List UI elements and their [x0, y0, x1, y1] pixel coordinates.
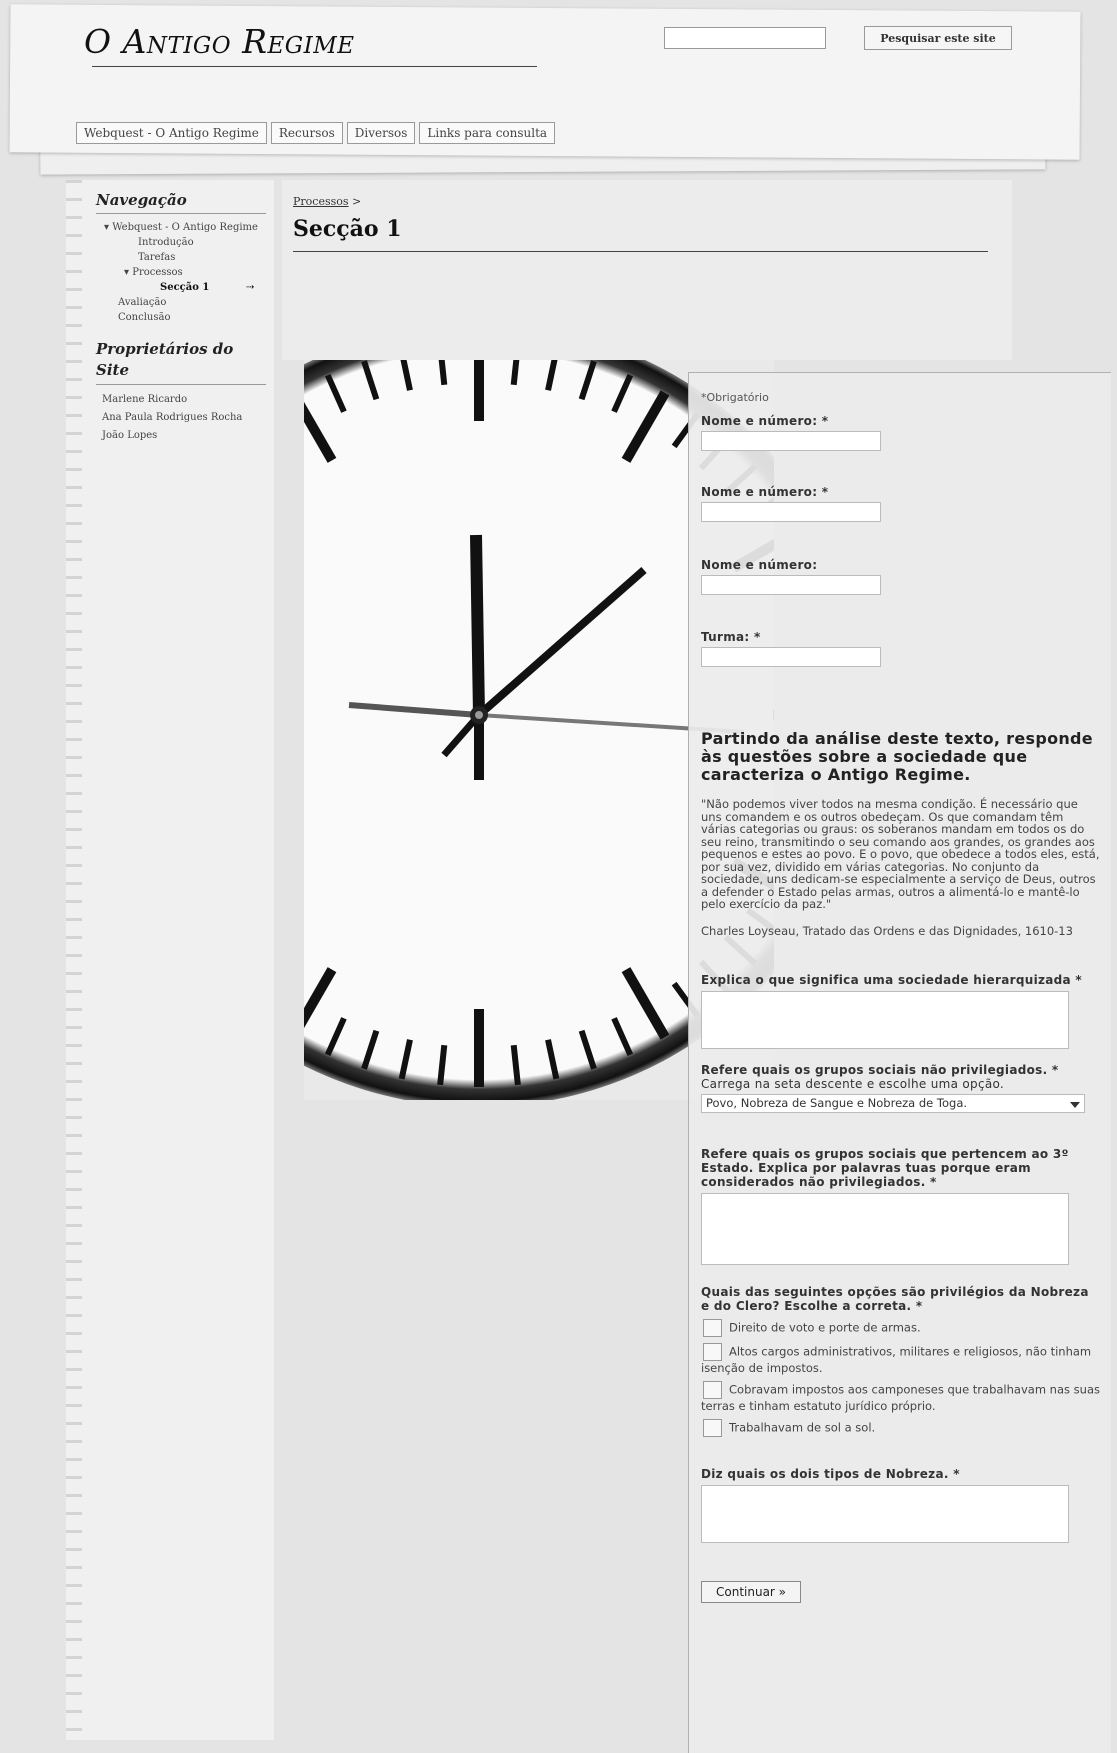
field-label: Nome e número:: [701, 558, 818, 572]
nav-tree: ▾ Webquest - O Antigo Regime Introdução …: [96, 220, 266, 325]
checkbox[interactable]: [703, 1381, 722, 1399]
source-quote: "Não podemos viver todos na mesma condiç…: [701, 797, 1100, 911]
nav-item-tasks[interactable]: Tarefas: [96, 250, 266, 265]
owners-heading: Proprietários do Site: [96, 339, 266, 385]
search-button[interactable]: Pesquisar este site: [864, 26, 1012, 50]
tab-diversos[interactable]: Diversos: [346, 122, 416, 144]
search-input[interactable]: [664, 27, 826, 49]
nav-item-processes[interactable]: ▾ Processos: [96, 265, 266, 280]
checkbox-label: Trabalhavam de sol a sol.: [729, 1420, 876, 1435]
field-label: Turma: *: [701, 630, 761, 644]
nav-item-intro[interactable]: Introdução: [96, 235, 266, 250]
checkbox-option[interactable]: Cobravam impostos aos camponeses que tra…: [701, 1381, 1101, 1413]
section-title: Partindo da análise deste texto, respond…: [701, 729, 1093, 784]
field-group: Nome e número: *: [701, 485, 1101, 522]
nav-item-conclusion[interactable]: Conclusão: [96, 310, 266, 325]
clock-tick: [437, 1044, 448, 1086]
triangle-down-icon[interactable]: ▾: [124, 267, 129, 278]
field-group: Turma: *: [701, 630, 1101, 667]
clock-tick: [510, 1044, 521, 1086]
owners-list: Marlene Ricardo Ana Paula Rodrigues Roch…: [96, 393, 266, 442]
site-title[interactable]: O Antigo Regime: [84, 22, 355, 61]
form-actions: Continuar »: [701, 1581, 1101, 1603]
checkbox-option[interactable]: Trabalhavam de sol a sol.: [701, 1419, 1101, 1437]
field-group: Diz quais os dois tipos de Nobreza. *: [701, 1467, 1101, 1543]
field-group: Refere quais os grupos sociais não privi…: [701, 1063, 1101, 1113]
checkbox-label: Cobravam impostos aos camponeses que tra…: [701, 1382, 1100, 1413]
sidebar: Navegação ▾ Webquest - O Antigo Regime I…: [96, 190, 266, 447]
field-group: Nome e número: *: [701, 414, 1101, 451]
tab-links[interactable]: Links para consulta: [419, 122, 556, 144]
notebook-holes: [66, 180, 82, 1740]
checkbox[interactable]: [703, 1419, 722, 1437]
non-privileged-select[interactable]: Povo, Nobreza de Sangue e Nobreza de Tog…: [701, 1094, 1085, 1113]
form-panel: *Obrigatório Nome e número: * Nome e núm…: [688, 372, 1111, 1753]
name-number-input-2[interactable]: [701, 502, 881, 522]
breadcrumb-link[interactable]: Processos: [293, 195, 349, 208]
tab-recursos[interactable]: Recursos: [270, 122, 343, 144]
nav-item-label: Webquest - O Antigo Regime: [112, 222, 258, 233]
nav-item-label: Secção 1: [160, 282, 210, 293]
continue-button[interactable]: Continuar »: [701, 1581, 802, 1603]
title-divider: [293, 251, 988, 252]
chevron-down-icon[interactable]: [1070, 1102, 1080, 1108]
class-input[interactable]: [701, 647, 881, 667]
question-label: Quais das seguintes opções são privilégi…: [701, 1285, 1089, 1313]
checkbox[interactable]: [703, 1319, 722, 1337]
top-navigation: Webquest - O Antigo Regime Recursos Dive…: [76, 122, 556, 144]
question-label: Refere quais os grupos sociais não privi…: [701, 1063, 1059, 1077]
checkbox-label: Direito de voto e porte de armas.: [729, 1320, 921, 1335]
tab-webquest[interactable]: Webquest - O Antigo Regime: [76, 122, 267, 144]
question-hint: Carrega na seta descente e escolhe uma o…: [701, 1077, 1005, 1091]
required-note: *Obrigatório: [701, 391, 769, 404]
field-group: Explica o que significa uma sociedade hi…: [701, 973, 1101, 1049]
breadcrumb-separator: >: [352, 195, 362, 208]
hierarchical-society-answer[interactable]: [701, 991, 1069, 1049]
third-estate-answer[interactable]: [701, 1193, 1069, 1265]
question-label: Diz quais os dois tipos de Nobreza. *: [701, 1467, 960, 1481]
form-content: *Obrigatório Nome e número: * Nome e núm…: [701, 391, 1101, 1603]
page-title: Secção 1: [293, 216, 402, 242]
checkbox-option[interactable]: Altos cargos administrativos, militares …: [701, 1343, 1101, 1375]
select-value: Povo, Nobreza de Sangue e Nobreza de Tog…: [706, 1096, 968, 1110]
name-number-input-1[interactable]: [701, 431, 881, 451]
owner-link[interactable]: Ana Paula Rodrigues Rocha: [96, 411, 266, 424]
question-label: Refere quais os grupos sociais que perte…: [701, 1147, 1069, 1189]
title-divider: [92, 66, 537, 67]
owner-link[interactable]: Marlene Ricardo: [96, 393, 266, 406]
field-group: Quais das seguintes opções são privilégi…: [701, 1285, 1101, 1437]
field-label: Nome e número: *: [701, 485, 829, 499]
nobility-types-answer[interactable]: [701, 1485, 1069, 1543]
owner-link[interactable]: João Lopes: [96, 429, 266, 442]
current-arrow-icon: ⇢: [246, 282, 255, 293]
checkbox-label: Altos cargos administrativos, militares …: [701, 1344, 1092, 1375]
breadcrumb: Processos >: [293, 195, 361, 208]
field-label: Nome e número: *: [701, 414, 829, 428]
field-group: Nome e número:: [701, 558, 1101, 595]
nav-item-evaluation[interactable]: Avaliação: [96, 295, 266, 310]
triangle-down-icon[interactable]: ▾: [104, 222, 109, 233]
checkbox-option[interactable]: Direito de voto e porte de armas.: [701, 1319, 1101, 1337]
name-number-input-3[interactable]: [701, 575, 881, 595]
source-citation: Charles Loyseau, Tratado das Ordens e da…: [701, 923, 1073, 938]
nav-item-current[interactable]: Secção 1 ⇢: [96, 280, 266, 295]
content-paper: [282, 180, 1012, 360]
nav-item-label: Processos: [132, 267, 183, 278]
nav-item-root[interactable]: ▾ Webquest - O Antigo Regime: [96, 220, 266, 235]
nav-heading: Navegação: [96, 190, 266, 214]
checkbox[interactable]: [703, 1343, 722, 1361]
question-label: Explica o que significa uma sociedade hi…: [701, 973, 1083, 987]
field-group: Refere quais os grupos sociais que perte…: [701, 1147, 1101, 1265]
